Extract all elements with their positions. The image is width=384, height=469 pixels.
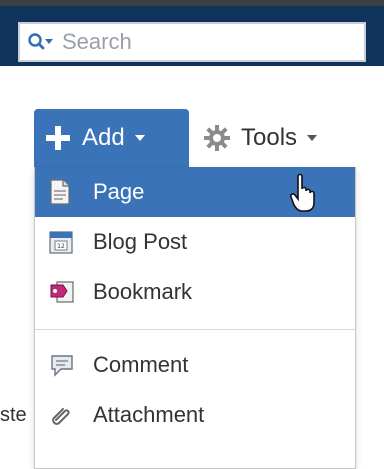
menu-item-label: Bookmark [93,279,193,304]
background-text: ste [0,404,27,426]
search-box[interactable] [18,22,366,62]
search-input[interactable] [62,24,364,60]
menu-item-label: Page [93,179,145,204]
menu-item-label: Comment [93,352,189,377]
menu-item-page[interactable]: Page [35,167,355,217]
gear-icon [203,124,231,152]
add-button-label: Add [82,124,125,151]
menu-item-label: Blog Post [93,229,188,254]
tools-button[interactable]: Tools [203,109,319,167]
top-header [0,0,384,75]
hand-cursor-icon [289,173,319,219]
toolbar: Add Tools [34,109,319,167]
page-icon [49,178,83,206]
attachment-icon [49,401,83,429]
chevron-down-icon [133,133,147,143]
menu-item-attachment[interactable]: Attachment [35,390,355,440]
tools-button-label: Tools [241,124,298,151]
comment-icon [49,351,83,379]
add-dropdown-menu: Page 12 Blog Post Bookmark Comment Attac… [34,167,356,469]
bookmark-icon [49,278,83,306]
blog-post-icon: 12 [49,228,83,256]
plus-icon [44,124,72,152]
search-icon[interactable] [20,24,62,60]
menu-item-comment[interactable]: Comment [35,340,355,390]
menu-item-blog-post[interactable]: 12 Blog Post [35,217,355,267]
chevron-down-icon [305,133,319,143]
menu-item-bookmark[interactable]: Bookmark [35,267,355,317]
add-button[interactable]: Add [34,109,189,167]
menu-divider [35,329,355,330]
svg-text:12: 12 [57,243,65,250]
menu-item-label: Attachment [93,402,205,427]
